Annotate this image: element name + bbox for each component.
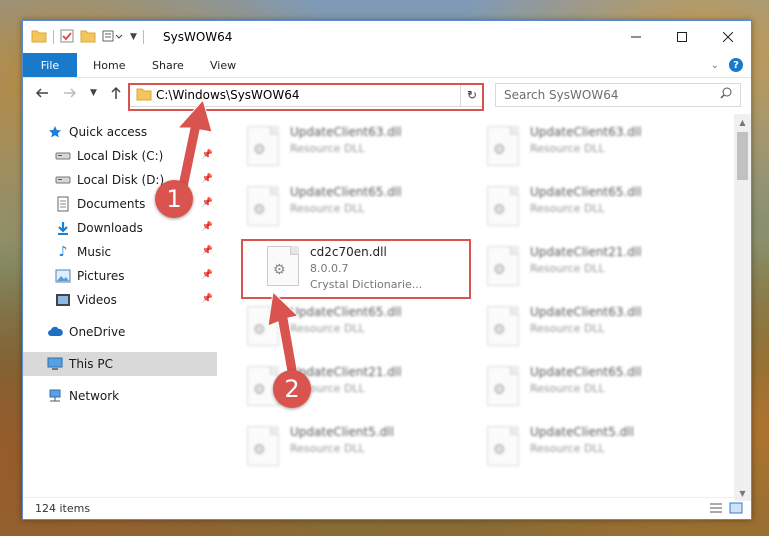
step-badge-1: 1 (155, 180, 193, 218)
annotation-arrows (175, 98, 300, 378)
step-badge-2: 2 (273, 370, 311, 408)
arrow-2 (267, 290, 300, 378)
